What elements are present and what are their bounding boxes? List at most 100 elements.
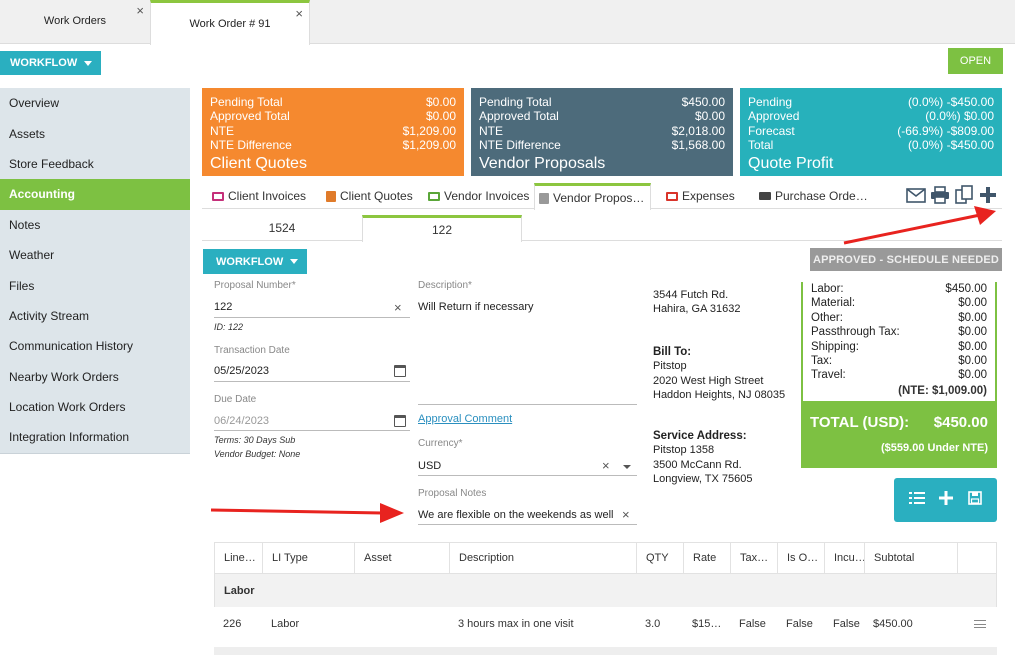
sidebar-item-weather[interactable]: Weather xyxy=(0,240,190,270)
column-header[interactable]: Rate xyxy=(684,543,731,573)
vendor-invoice-icon xyxy=(428,191,440,201)
sidebar-item-integration-information[interactable]: Integration Information xyxy=(0,422,190,452)
total-summary: TOTAL (USD): $450.00 ($559.00 Under NTE) xyxy=(801,401,997,468)
workflow-dropdown-button[interactable]: WORKFLOW xyxy=(0,51,101,75)
totals-row: Passthrough Tax: $0.00 xyxy=(803,325,995,339)
totals-row: Tax: $0.00 xyxy=(803,354,995,368)
totals-row: Travel: $0.00 xyxy=(803,368,995,382)
caret-down-icon xyxy=(290,259,299,264)
address-line: Pitstop 1358 xyxy=(653,444,715,457)
column-header[interactable]: Incu… xyxy=(825,543,865,573)
expense-icon xyxy=(666,191,678,201)
column-header[interactable]: Subtotal xyxy=(865,543,958,573)
row-value: (0.0%) $0.00 xyxy=(925,109,994,124)
tab-label: Expenses xyxy=(682,189,735,203)
totals-row: Material: $0.00 xyxy=(803,296,995,310)
sidebar-item-nearby-work-orders[interactable]: Nearby Work Orders xyxy=(0,362,190,392)
proposal-notes-input[interactable]: We are flexible on the weekends as well xyxy=(418,509,613,521)
row-label: NTE xyxy=(479,123,503,138)
tab-label: Client Quotes xyxy=(340,189,413,203)
sidebar-item-files[interactable]: Files xyxy=(0,270,190,300)
totals-label: Shipping: xyxy=(811,340,859,353)
quote-profit-card: Pending (0.0%) -$450.00 Approved (0.0%) $0… xyxy=(740,88,1002,176)
proposal-workflow-dropdown-button[interactable]: WORKFLOW xyxy=(203,249,307,274)
sidebar-item-label: Assets xyxy=(9,126,46,141)
sidebar-item-overview[interactable]: Overview xyxy=(0,88,190,118)
due-date-input[interactable]: 06/24/2023 xyxy=(214,415,269,427)
client-quotes-card: Pending Total $0.00 Approved Total $0.00 N… xyxy=(202,88,464,176)
sidebar-item-notes[interactable]: Notes xyxy=(0,210,190,240)
description-textarea[interactable]: Will Return if necessary xyxy=(418,301,534,313)
tab-client-invoices[interactable]: Client Invoices xyxy=(212,183,306,209)
column-header[interactable]: Line… xyxy=(215,543,263,573)
transaction-date-input[interactable]: 05/25/2023 xyxy=(214,365,269,377)
card-title: Quote Profit xyxy=(748,154,834,172)
tab-work-orders[interactable]: Work Orders × xyxy=(0,0,150,42)
chevron-down-icon[interactable] xyxy=(623,465,631,469)
tab-client-quotes[interactable]: Client Quotes xyxy=(326,183,413,209)
row-value: $0.00 xyxy=(425,95,456,109)
column-header[interactable]: QTY xyxy=(637,543,684,573)
proposal-number-input[interactable]: 122 xyxy=(214,301,232,313)
close-icon[interactable]: × xyxy=(295,7,303,20)
clear-icon[interactable]: × xyxy=(622,508,630,521)
tab-vendor-invoices[interactable]: Vendor Invoices xyxy=(428,183,529,209)
sidebar-item-store-feedback[interactable]: Store Feedback xyxy=(0,149,190,179)
tab-vendor-proposals[interactable]: Vendor Propos… xyxy=(534,183,652,210)
row-menu[interactable] xyxy=(957,609,995,639)
tab-expenses[interactable]: Expenses xyxy=(666,183,735,209)
open-status-button[interactable]: OPEN xyxy=(948,48,1003,74)
calendar-icon[interactable] xyxy=(394,415,406,427)
clear-icon[interactable]: × xyxy=(394,301,402,314)
approval-comment-link[interactable]: Approval Comment xyxy=(418,413,512,425)
address-line: Pitstop xyxy=(653,360,687,373)
column-header[interactable]: Is O… xyxy=(778,543,825,573)
currency-select[interactable]: USD xyxy=(418,460,441,472)
totals-value: $0.00 xyxy=(958,311,987,324)
vendor-budget-text: Vendor Budget: None xyxy=(214,449,301,459)
close-icon[interactable]: × xyxy=(136,4,144,17)
list-icon[interactable] xyxy=(909,491,926,510)
sidebar-item-assets[interactable]: Assets xyxy=(0,118,190,148)
copy-icon[interactable] xyxy=(954,185,974,205)
field-underline xyxy=(418,475,637,476)
email-icon[interactable] xyxy=(906,185,926,205)
totals-label: Labor: xyxy=(811,283,844,295)
add-icon[interactable] xyxy=(978,185,998,205)
totals-label: Material: xyxy=(811,297,856,310)
tab-proposal-122[interactable]: 122 xyxy=(362,215,522,242)
sidebar-item-communication-history[interactable]: Communication History xyxy=(0,331,190,361)
tab-work-order-91[interactable]: Work Order # 91 × xyxy=(150,0,310,45)
sidebar-item-location-work-orders[interactable]: Location Work Orders xyxy=(0,392,190,422)
group-row[interactable]: Labor xyxy=(214,574,997,607)
card-row: NTE Difference $1,209.00 xyxy=(210,138,456,152)
totals-value: $0.00 xyxy=(958,297,987,310)
sidebar-item-accounting[interactable]: Accounting xyxy=(0,179,190,210)
card-row: NTE Difference $1,568.00 xyxy=(479,138,725,152)
print-icon[interactable] xyxy=(930,185,950,205)
table-cell: $450.00 xyxy=(873,618,913,630)
row-label: Pending Total xyxy=(479,95,552,109)
card-row: NTE $1,209.00 xyxy=(210,124,456,138)
calendar-icon[interactable] xyxy=(394,365,406,377)
hamburger-icon[interactable] xyxy=(974,620,986,628)
totals-label: Tax: xyxy=(811,355,833,368)
tab-proposal-1524[interactable]: 1524 xyxy=(202,215,362,241)
column-header[interactable]: Tax… xyxy=(731,543,778,573)
column-header[interactable]: Asset xyxy=(355,543,450,573)
clear-icon[interactable]: × xyxy=(602,459,610,472)
table-row[interactable]: 226 Labor 3 hours max in one visit 3.0 $… xyxy=(214,609,997,639)
card-row: Pending (0.0%) -$450.00 xyxy=(748,95,994,109)
save-icon[interactable] xyxy=(968,490,982,510)
totals-label: Passthrough Tax: xyxy=(811,326,900,339)
sidebar: Overview Assets Store Feedback Accountin… xyxy=(0,88,190,454)
status-badge[interactable]: APPROVED - SCHEDULE NEEDED xyxy=(810,248,1002,271)
sidebar-item-activity-stream[interactable]: Activity Stream xyxy=(0,301,190,331)
plus-icon[interactable] xyxy=(939,490,954,510)
column-header[interactable]: LI Type xyxy=(263,543,355,573)
column-header[interactable]: Description xyxy=(450,543,637,573)
vendor-address: 3544 Futch Rd. Hahira, GA 31632 xyxy=(653,288,740,317)
row-value: $1,209.00 xyxy=(402,138,456,153)
row-label: Approved Total xyxy=(210,109,290,124)
bill-to-heading: Bill To: xyxy=(653,346,692,358)
